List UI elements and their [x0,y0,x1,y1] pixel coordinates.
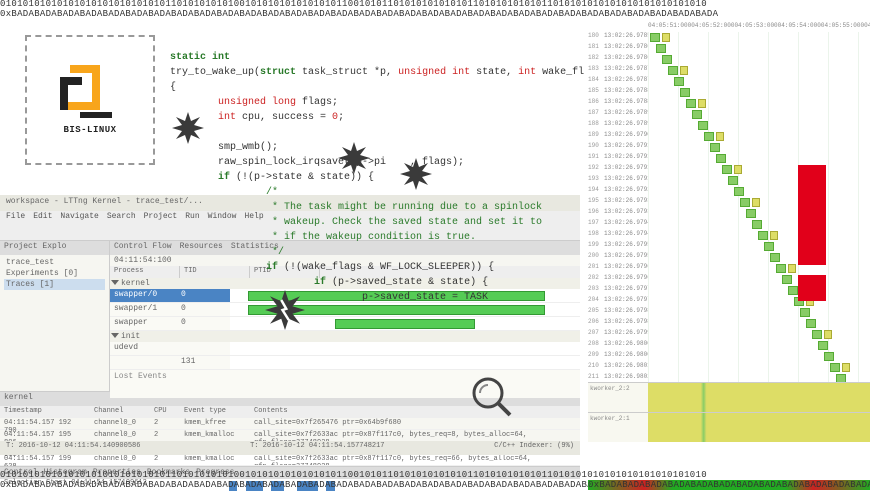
trace-row[interactable]: 20613:02:26.979876 [588,318,870,329]
trace-row[interactable]: 19713:02:26.979412 [588,219,870,230]
trace-row[interactable]: 19913:02:26.979508 [588,241,870,252]
trace-row[interactable]: 20413:02:26.979755 [588,296,870,307]
trace-row[interactable]: 19413:02:26.979264 [588,186,870,197]
menu-item[interactable]: Edit [33,212,52,221]
gantt-row[interactable]: 131 [110,356,580,370]
trace-row[interactable]: 20713:02:26.979921 [588,329,870,340]
project-explorer-header: Project Explo [0,241,109,255]
tree-item[interactable]: Experiments [0] [4,268,105,279]
time-tick: 04:05:53:000 [734,22,777,32]
time-tick: 04:05:56:000 [864,22,870,32]
bada-row-bottom-left: 0xBADABADABADABADABADABADABADABADABADABA… [0,481,588,490]
trace-row[interactable]: 20513:02:26.979818 [588,307,870,318]
ide-status-bar: T: 2016-10-12 04:11:54.140900586 T: 2016… [0,441,580,455]
menu-item[interactable]: File [6,212,25,221]
trace-row[interactable]: 18913:02:26.979047 [588,131,870,142]
trace-row[interactable]: 18613:02:26.978864 [588,98,870,109]
trace-row[interactable]: 21113:02:26.980201 [588,373,870,382]
time-tick: 04:05:55:000 [821,22,864,32]
time-tick: 04:05:54:000 [778,22,821,32]
trace-row[interactable]: 20113:02:26.979627 [588,263,870,274]
logo-icon [60,65,120,120]
trace-row[interactable]: 20313:02:26.979716 [588,285,870,296]
exclamation-icon [798,165,826,301]
gantt-row[interactable]: swapper0 [110,317,580,331]
time-tick: 04:05:51:000 [648,22,691,32]
trace-row[interactable]: 18113:02:26.978611 [588,43,870,54]
trace-detail-panel[interactable]: 04:05:51:00004:05:52:00004:05:53:00004:0… [588,22,870,442]
trace-row[interactable]: 19813:02:26.979440 [588,230,870,241]
trace-row[interactable]: 19013:02:26.979113 [588,142,870,153]
table-header[interactable]: Timestamp [0,406,90,418]
trace-row[interactable]: 18413:02:26.978749 [588,76,870,87]
trace-row[interactable]: 20013:02:26.979565 [588,252,870,263]
burst-icon [338,142,370,174]
trace-row[interactable]: 19613:02:26.979337 [588,208,870,219]
magnifier-icon [470,375,514,423]
trace-row[interactable]: 18513:02:26.978815 [588,87,870,98]
trace-row[interactable]: 21013:02:26.980139 [588,362,870,373]
burst-icon [172,112,204,144]
trace-row[interactable]: 19513:02:26.979313 [588,197,870,208]
logo-text: BIS-LINUX [60,125,120,135]
table-header[interactable]: Channel [90,406,150,418]
burst-lightning-icon [265,290,305,330]
logo-container: BIS-LINUX [25,35,155,165]
project-explorer[interactable]: Project Explo trace_testExperiments [0]T… [0,241,110,391]
trace-row[interactable]: 18713:02:26.978942 [588,109,870,120]
view-tab[interactable]: Control Flow [114,242,172,251]
source-code: static int try_to_wake_up(struct task_st… [170,50,570,305]
menu-item[interactable]: Navigate [60,212,98,221]
bada-row-bottom-right: 0xBADABADABADABADABADABADABADABADABADABA… [588,480,870,490]
trace-row[interactable]: 20813:02:26.980003 [588,340,870,351]
binary-row-top: 0101010101010101010101010101011010101010… [0,0,870,9]
trace-row[interactable]: 20913:02:26.980077 [588,351,870,362]
trace-row[interactable]: 18213:02:26.978634 [588,54,870,65]
menu-item[interactable]: Search [107,212,136,221]
bada-row-top: 0xBADABADABADABADABADABADABADABADABADABA… [0,10,870,19]
summary-strip: kworker_2:1 [588,412,870,442]
tree-item[interactable]: trace_test [4,257,105,268]
gantt-row[interactable]: swapper/10 [110,303,580,317]
table-header[interactable]: Event type [180,406,250,418]
trace-row[interactable]: 19313:02:26.979196 [588,175,870,186]
binary-row-bottom: 0101010101010101010101010101011010101010… [0,471,870,480]
time-tick: 04:05:52:000 [691,22,734,32]
trace-row[interactable]: 18313:02:26.978701 [588,65,870,76]
trace-row[interactable]: 18013:02:26.978532 [588,32,870,43]
tree-item[interactable]: Traces [1] [4,279,105,290]
table-row[interactable]: 04:11:54.157 199 628channel0_02kmem_kmal… [0,454,580,466]
trace-row[interactable]: 19113:02:26.979162 [588,153,870,164]
trace-row[interactable]: 18813:02:26.978965 [588,120,870,131]
summary-strip: kworker_2:2 [588,382,870,412]
burst-icon [400,158,432,190]
trace-row[interactable]: 19213:02:26.979182 [588,164,870,175]
trace-row[interactable]: 20213:02:26.979641 [588,274,870,285]
gantt-group[interactable]: init [110,331,580,342]
table-header[interactable]: CPU [150,406,180,418]
gantt-row[interactable]: udevd [110,342,580,356]
table-header[interactable]: Contents [250,406,580,418]
